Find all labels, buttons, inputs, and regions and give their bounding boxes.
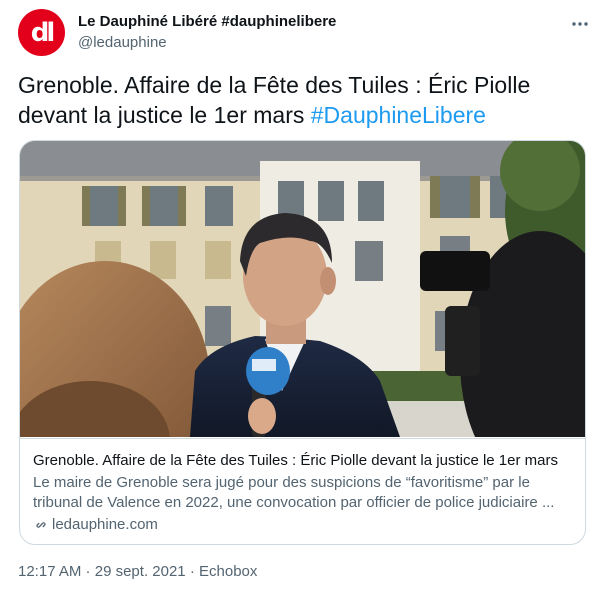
tweet-header: dl Le Dauphiné Libéré #dauphinelibere @l… [18, 9, 593, 61]
card-title[interactable]: Grenoble. Affaire de la Fête des Tuiles … [33, 451, 558, 471]
display-name[interactable]: Le Dauphiné Libéré #dauphinelibere [78, 12, 336, 32]
tweet-date[interactable]: 29 sept. 2021 [95, 563, 186, 580]
card-domain[interactable]: ledauphine.com [33, 515, 158, 535]
link-card[interactable]: Grenoble. Affaire de la Fête des Tuiles … [19, 140, 586, 545]
tweet-source[interactable]: Echobox [199, 563, 257, 580]
card-body[interactable]: Grenoble. Affaire de la Fête des Tuiles … [20, 438, 585, 544]
tweet-meta: 12:17 AM · 29 sept. 2021 · Echobox [18, 562, 257, 582]
author-names: Le Dauphiné Libéré #dauphinelibere @leda… [78, 12, 336, 53]
card-domain-text: ledauphine.com [52, 516, 158, 533]
meta-separator-2: · [185, 563, 199, 580]
card-photo [20, 141, 585, 437]
hashtag-link[interactable]: #DauphineLibere [311, 102, 486, 128]
card-description: Le maire de Grenoble sera jugé pour des … [33, 474, 555, 511]
more-options-icon[interactable] [569, 13, 591, 35]
card-image[interactable] [20, 141, 585, 437]
link-icon [33, 517, 49, 533]
handle[interactable]: @ledauphine [78, 33, 336, 53]
meta-separator: · [81, 563, 95, 580]
avatar[interactable]: dl [18, 9, 65, 56]
tweet-time[interactable]: 12:17 AM [18, 563, 81, 580]
tweet-text: Grenoble. Affaire de la Fête des Tuiles … [18, 70, 590, 130]
avatar-logo-text: dl [30, 17, 55, 48]
